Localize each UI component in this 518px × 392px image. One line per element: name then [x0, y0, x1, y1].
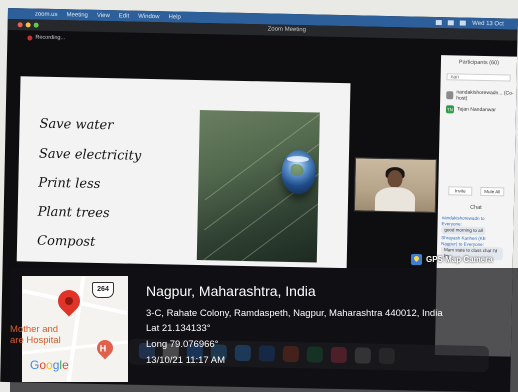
menu-app[interactable]: zoom.us [35, 11, 58, 17]
google-logo: Google [30, 358, 69, 372]
google-logo-text: Google [30, 358, 69, 372]
status-icon[interactable] [436, 19, 443, 26]
gps-camera-icon [411, 254, 422, 265]
recording-label: Recording... [35, 34, 66, 42]
menu-edit[interactable]: Edit [119, 13, 129, 19]
menubar-status: Wed 13 Oct [436, 19, 518, 27]
wifi-icon[interactable] [460, 20, 467, 26]
mute-all-button[interactable]: Mute All [480, 186, 505, 197]
participant-search-input[interactable]: nan [446, 73, 511, 82]
chat-text: good morning to all [441, 226, 486, 235]
slide-item: Save electricity [38, 146, 142, 164]
webcam-video-tile[interactable] [353, 157, 437, 214]
gps-badge-label: GPS Map Camera [426, 255, 493, 264]
route-shield: 264 [92, 282, 114, 298]
gps-map-camera-badge: GPS Map Camera [411, 254, 493, 265]
slide-item: Plant trees [37, 204, 110, 222]
avatar: TN [445, 105, 455, 114]
gps-city: Nagpur, Maharashtra, India [146, 283, 316, 299]
map-poi-label: Mother and are Hospital [10, 324, 61, 346]
maximize-window-button[interactable] [33, 22, 39, 28]
menubar-clock[interactable]: Wed 13 Oct [472, 20, 504, 27]
record-icon [27, 34, 33, 41]
chat-message: nandakishorewadn to Everyone: good morni… [441, 215, 503, 235]
close-window-button[interactable] [17, 22, 23, 28]
gps-longitude: Long 79.076966° [146, 339, 219, 350]
participant-row[interactable]: TN Tejan Nandanwar [445, 105, 496, 114]
participant-name: nandakishorewadn... (Co-host) [456, 89, 514, 102]
photo: zoom.us Meeting View Edit Window Help We… [0, 0, 518, 392]
minimize-window-button[interactable] [25, 22, 31, 28]
participant-name: Tejan Nandanwar [456, 106, 496, 114]
globe-icon [281, 149, 317, 195]
poi-line: are Hospital [10, 335, 61, 346]
chat-header: Chat [470, 204, 482, 211]
menu-window[interactable]: Window [138, 13, 159, 19]
recording-indicator: Recording... [27, 34, 65, 41]
avatar [446, 91, 454, 100]
slide-item: Save water [39, 116, 114, 134]
earth-droplet-image [196, 110, 320, 263]
participant-row[interactable]: nandakishorewadn... (Co-host) [446, 89, 516, 102]
participants-header: Participants (60) [458, 59, 500, 67]
window-title: Zoom Meeting [267, 26, 307, 34]
window-controls [17, 22, 39, 28]
menu-meeting[interactable]: Meeting [66, 12, 87, 18]
status-icon[interactable] [448, 20, 455, 26]
slide-item: Compost [36, 233, 96, 250]
slide-item: Print less [38, 175, 101, 192]
gps-datetime: 13/10/21 11:17 AM [146, 355, 226, 366]
gps-latitude: Lat 21.134133° [146, 323, 211, 334]
menu-help[interactable]: Help [168, 14, 180, 20]
shared-slide: Save water Save electricity Print less P… [16, 76, 351, 269]
gps-address: 3-C, Rahate Colony, Ramdaspeth, Nagpur, … [146, 308, 443, 319]
menu-view[interactable]: View [97, 12, 110, 18]
hospital-icon-letter: H [99, 343, 107, 354]
invite-button[interactable]: Invite [448, 186, 473, 196]
poi-line: Mother and [10, 324, 59, 335]
